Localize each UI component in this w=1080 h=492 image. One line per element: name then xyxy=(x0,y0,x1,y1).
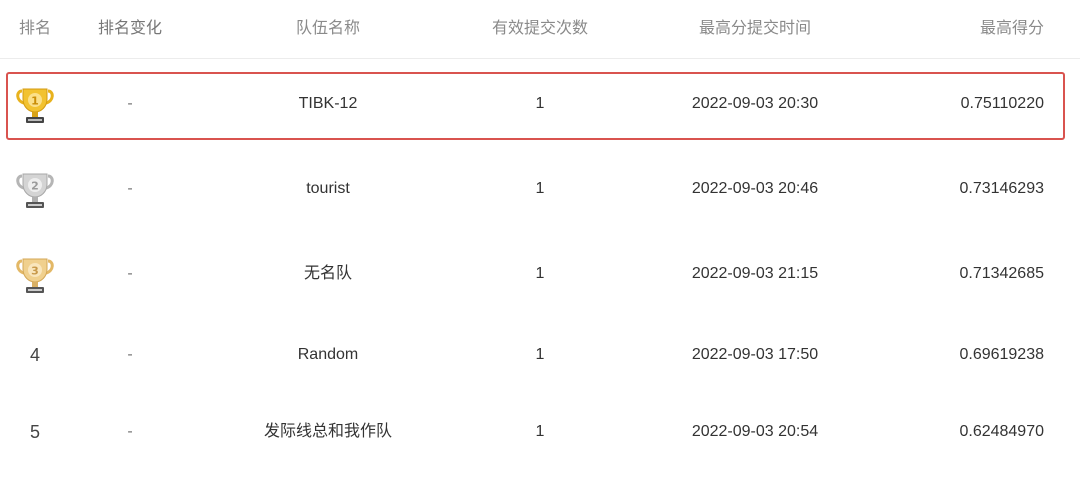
table-row: 3 - 无名队 1 2022-09-03 21:15 0.71342685 xyxy=(0,248,1080,334)
rank-number: 4 xyxy=(29,345,40,365)
header-team-name: 队伍名称 xyxy=(295,20,360,37)
submission-count: 1 xyxy=(535,423,545,440)
submission-count: 1 xyxy=(535,180,545,197)
trophy-svg: 1 xyxy=(16,88,54,123)
best-score: 0.62484970 xyxy=(959,423,1044,440)
bronze-trophy-icon: 3 xyxy=(14,255,56,297)
submit-time: 2022-09-03 20:30 xyxy=(691,95,819,112)
table-row: 2 - tourist 1 2022-09-03 20:46 0.7314629… xyxy=(0,163,1080,249)
svg-text:3: 3 xyxy=(31,265,39,278)
submit-time: 2022-09-03 17:50 xyxy=(691,346,819,363)
team-name: 发际线总和我作队 xyxy=(263,423,392,440)
submission-count: 1 xyxy=(535,346,545,363)
header-rank: 排名 xyxy=(18,20,51,37)
team-name: TIBK-12 xyxy=(298,95,358,112)
team-name: 无名队 xyxy=(303,265,352,282)
rank-change: - xyxy=(127,180,133,197)
silver-trophy-icon: 2 xyxy=(14,170,56,212)
best-score: 0.71342685 xyxy=(959,265,1044,282)
submit-time: 2022-09-03 20:54 xyxy=(691,423,819,440)
rank-number: 5 xyxy=(29,422,40,442)
team-name: tourist xyxy=(306,180,350,197)
svg-text:2: 2 xyxy=(31,180,39,193)
header-best-submit-time: 最高分提交时间 xyxy=(698,20,811,37)
submission-count: 1 xyxy=(535,95,545,112)
best-score: 0.69619238 xyxy=(959,346,1044,363)
trophy-svg: 3 xyxy=(16,258,54,293)
table-row: 1 - TIBK-12 1 2022-09-03 20:30 0.7511022… xyxy=(0,72,1080,164)
gold-trophy-icon: 1 xyxy=(14,85,56,127)
rank-change: - xyxy=(127,346,133,363)
table-row: 5 - 发际线总和我作队 1 2022-09-03 20:54 0.624849… xyxy=(0,406,1080,492)
leaderboard: 排名 排名变化 队伍名称 有效提交次数 最高分提交时间 最高得分 1 - TIB… xyxy=(0,0,1080,446)
trophy-svg: 2 xyxy=(16,173,54,208)
header-rank-change: 排名变化 xyxy=(97,20,162,37)
submission-count: 1 xyxy=(535,265,545,282)
submit-time: 2022-09-03 20:46 xyxy=(691,180,819,197)
rank-change: - xyxy=(127,265,133,282)
submit-time: 2022-09-03 21:15 xyxy=(691,265,819,282)
team-name: Random xyxy=(297,346,359,363)
table-header: 排名 排名变化 队伍名称 有效提交次数 最高分提交时间 最高得分 xyxy=(0,0,1080,59)
rank-change: - xyxy=(127,423,133,440)
best-score: 0.75110220 xyxy=(960,95,1044,112)
rank-change: - xyxy=(127,95,133,112)
svg-text:1: 1 xyxy=(31,95,39,108)
header-valid-submissions: 有效提交次数 xyxy=(491,20,588,37)
header-best-score: 最高得分 xyxy=(979,20,1044,37)
best-score: 0.73146293 xyxy=(959,180,1044,197)
table-row: 4 - Random 1 2022-09-03 17:50 0.69619238 xyxy=(0,329,1080,415)
